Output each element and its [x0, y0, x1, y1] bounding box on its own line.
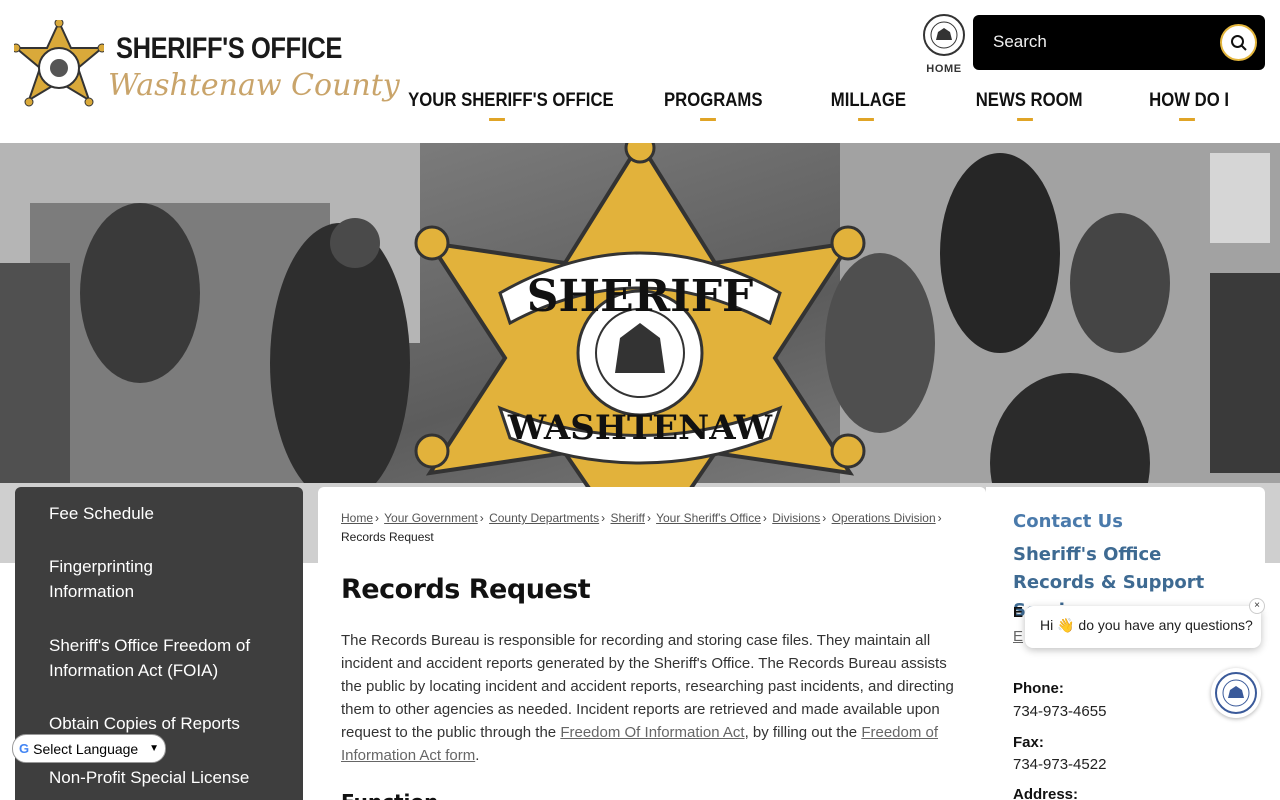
fax-value: 734-973-4522 [1013, 756, 1107, 773]
sidebar-item-fee-schedule[interactable]: Fee Schedule [49, 501, 269, 526]
chat-prompt[interactable]: Hi 👋 do you have any questions? [1025, 606, 1261, 648]
breadcrumb-operations-division[interactable]: Operations Division [832, 511, 936, 525]
foia-link[interactable]: Freedom Of Information Act [560, 724, 744, 741]
chat-launcher-button[interactable] [1211, 668, 1261, 718]
main-nav: YOUR SHERIFF'S OFFICE PROGRAMS MILLAGE N… [396, 90, 1264, 126]
google-translate-icon: G [19, 741, 30, 756]
function-heading: Function [341, 790, 438, 800]
breadcrumb-divisions[interactable]: Divisions [772, 511, 820, 525]
search-box [973, 15, 1265, 70]
nav-your-sheriffs-office[interactable]: YOUR SHERIFF'S OFFICE [408, 90, 614, 121]
site-logo[interactable]: SHERIFF'S OFFICE Washtenaw County [14, 20, 400, 120]
contact-heading: Contact Us [1013, 511, 1124, 532]
home-link[interactable]: HOME [920, 14, 968, 75]
search-input[interactable] [993, 27, 1213, 57]
logo-subtitle: Washtenaw County [108, 68, 400, 103]
county-seal-icon [923, 14, 965, 56]
phone-value: 734-973-4655 [1013, 703, 1107, 720]
badge-top-text: SHERIFF [527, 271, 754, 322]
chat-close-button[interactable]: × [1249, 598, 1265, 614]
site-header: SHERIFF'S OFFICE Washtenaw County HOME Y… [0, 0, 1280, 143]
language-select[interactable]: G Select Language ▼ [12, 734, 166, 763]
nav-underline [1179, 118, 1195, 121]
breadcrumb-current: Records Request [341, 530, 434, 544]
breadcrumb-county-departments[interactable]: County Departments [489, 511, 599, 525]
sidebar-item-obtain-reports[interactable]: Obtain Copies of Reports [49, 711, 269, 736]
breadcrumb-your-government[interactable]: Your Government [384, 511, 478, 525]
email-link[interactable]: E [1013, 628, 1023, 645]
breadcrumb-home[interactable]: Home [341, 511, 373, 525]
sidebar-item-fingerprinting[interactable]: Fingerprinting Information [49, 554, 189, 604]
breadcrumb-sheriff[interactable]: Sheriff [611, 511, 645, 525]
nav-label: HOW DO I [1149, 90, 1230, 111]
email-label: E [1013, 604, 1024, 621]
nav-underline [1017, 118, 1033, 121]
main-content: Home › Your Government › County Department… [318, 487, 986, 800]
nav-label: PROGRAMS [664, 90, 763, 111]
sheriff-star-logo-icon [14, 20, 104, 107]
home-label: HOME [926, 63, 962, 75]
nav-millage[interactable]: MILLAGE [831, 90, 906, 121]
nav-underline [700, 118, 716, 121]
search-icon [1230, 34, 1247, 51]
intro-paragraph: The Records Bureau is responsible for re… [341, 629, 971, 767]
nav-label: MILLAGE [830, 90, 907, 111]
breadcrumb: Home › Your Government › County Department… [341, 511, 942, 544]
address-label: Address: [1013, 786, 1079, 800]
sidebar-item-foia[interactable]: Sheriff's Office Freedom of Information … [49, 633, 259, 683]
chat-message: Hi 👋 do you have any questions? [1040, 617, 1253, 633]
sidebar-item-non-profit-license[interactable]: Non-Profit Special License [49, 765, 289, 790]
intro-text-mid: , by filling out the [744, 724, 862, 741]
breadcrumb-your-sheriffs-office[interactable]: Your Sheriff's Office [656, 511, 761, 525]
phone-label: Phone: [1013, 680, 1064, 697]
logo-title: SHERIFF'S OFFICE [116, 32, 342, 65]
chevron-down-icon: ▼ [149, 743, 159, 754]
language-select-label: Select Language [33, 740, 139, 757]
search-button[interactable] [1220, 24, 1257, 61]
nav-programs[interactable]: PROGRAMS [664, 90, 762, 121]
nav-underline [489, 118, 505, 121]
intro-text-end: . [475, 747, 480, 764]
nav-underline [858, 118, 874, 121]
page-title: Records Request [341, 574, 591, 605]
nav-how-do-i[interactable]: HOW DO I [1149, 90, 1229, 121]
nav-label: YOUR SHERIFF'S OFFICE [408, 90, 614, 111]
fax-label: Fax: [1013, 734, 1044, 751]
county-seal-icon [1215, 672, 1257, 714]
nav-news-room[interactable]: NEWS ROOM [976, 90, 1083, 121]
nav-label: NEWS ROOM [975, 90, 1083, 111]
badge-bottom-text: WASHTENAW [507, 408, 773, 448]
